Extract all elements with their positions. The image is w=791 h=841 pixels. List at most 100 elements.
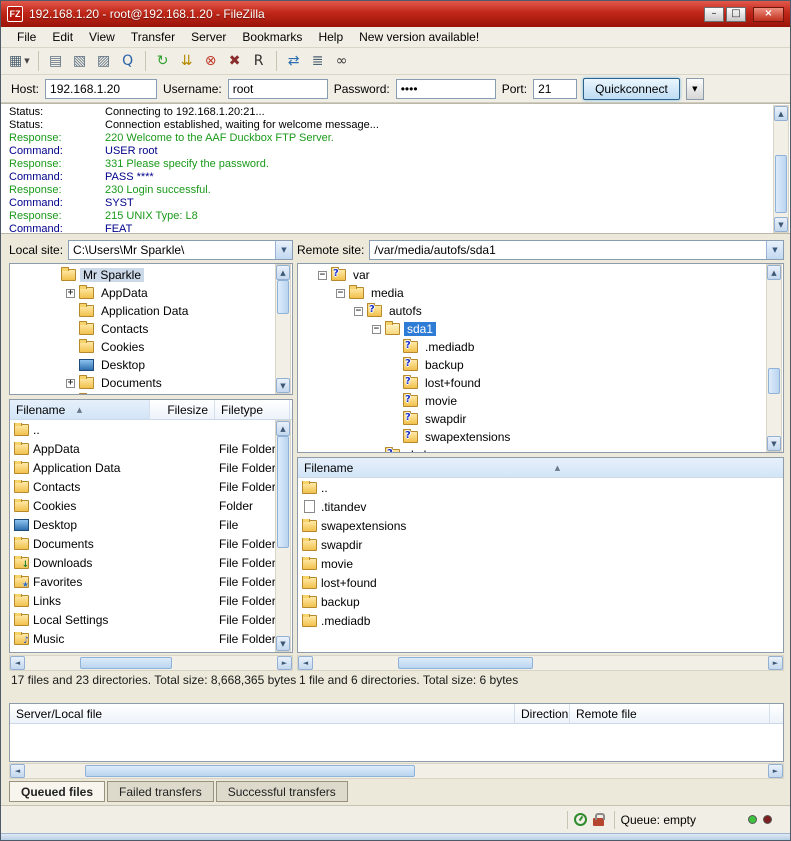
scroll-thumb[interactable] [277, 436, 289, 548]
local-file-row[interactable]: FavoritesFile Folder [10, 572, 292, 591]
menu-item-file[interactable]: File [9, 28, 44, 46]
collapse-icon[interactable]: − [336, 289, 345, 298]
collapse-icon[interactable]: − [372, 325, 381, 334]
port-input[interactable] [533, 79, 577, 99]
refresh-button[interactable]: ↻ [151, 50, 175, 72]
remote-file-row[interactable]: lost+found [298, 573, 783, 592]
quickconnect-button[interactable]: Quickconnect [583, 78, 680, 100]
local-list-scrollbar[interactable]: ▲▼ [275, 420, 291, 652]
remote-tree-scrollbar[interactable]: ▲▼ [766, 264, 782, 452]
site-manager-button[interactable]: ▦▼ [6, 50, 33, 72]
queue-column-direction[interactable]: Direction [515, 704, 570, 723]
remote-file-row[interactable]: movie [298, 554, 783, 573]
process-queue-button[interactable]: ⇊ [175, 50, 199, 72]
scroll-down-button[interactable]: ▼ [767, 436, 781, 451]
collapse-icon[interactable]: − [354, 307, 363, 316]
remote-tree-item-lost-found[interactable]: lost+found [298, 374, 783, 392]
scroll-up-button[interactable]: ▲ [774, 106, 788, 121]
scroll-down-button[interactable]: ▼ [276, 636, 290, 651]
scroll-down-button[interactable]: ▼ [276, 378, 290, 393]
disconnect-button[interactable]: ✖ [223, 50, 247, 72]
local-tree-item-contacts[interactable]: Contacts [10, 320, 292, 338]
scroll-right-button[interactable]: ► [277, 656, 292, 670]
minimize-button[interactable]: – [704, 7, 724, 22]
expand-icon[interactable]: + [66, 289, 75, 298]
local-file-row[interactable]: DownloadsFile Folder [10, 553, 292, 572]
remote-file-row[interactable]: backup [298, 592, 783, 611]
directory-comparison-button[interactable]: ≣ [306, 50, 330, 72]
remote-tree-item-dvd[interactable]: dvd [298, 446, 783, 453]
quickconnect-dropdown-button[interactable]: ▼ [686, 78, 704, 100]
remote-tree-item-backup[interactable]: backup [298, 356, 783, 374]
scroll-left-button[interactable]: ◄ [10, 656, 25, 670]
toggle-message-log-button[interactable]: ▤ [44, 50, 68, 72]
scroll-thumb[interactable] [775, 155, 787, 213]
queue-hscrollbar[interactable]: ◄► [9, 763, 784, 779]
chevron-down-icon[interactable]: ▼ [766, 241, 783, 259]
remote-tree-item-swapextensions[interactable]: swapextensions [298, 428, 783, 446]
menu-item-bookmarks[interactable]: Bookmarks [234, 28, 310, 46]
host-input[interactable] [45, 79, 157, 99]
toggle-queue-button[interactable]: Q [116, 50, 140, 72]
remote-hscrollbar[interactable]: ◄► [297, 655, 784, 671]
tab-successful-transfers[interactable]: Successful transfers [216, 781, 348, 802]
remote-file-row[interactable]: .. [298, 478, 783, 497]
remote-file-row[interactable]: swapdir [298, 535, 783, 554]
toggle-remote-tree-button[interactable]: ▨ [92, 50, 116, 72]
local-tree-item-application-data[interactable]: Application Data [10, 302, 292, 320]
scroll-up-button[interactable]: ▲ [767, 265, 781, 280]
local-file-row[interactable]: ContactsFile Folder [10, 477, 292, 496]
scroll-thumb[interactable] [80, 657, 172, 669]
menu-item-view[interactable]: View [81, 28, 123, 46]
find-files-button[interactable]: ∞ [330, 50, 354, 72]
local-site-combo[interactable]: C:\Users\Mr Sparkle\ ▼ [68, 240, 293, 260]
menu-item-transfer[interactable]: Transfer [123, 28, 183, 46]
remote-site-combo[interactable]: /var/media/autofs/sda1 ▼ [369, 240, 784, 260]
expand-icon[interactable]: + [66, 379, 75, 388]
local-column-filetype[interactable]: Filetype [215, 400, 290, 419]
local-tree-item-mr-sparkle[interactable]: Mr Sparkle [10, 266, 292, 284]
remote-file-row[interactable]: .mediadb [298, 611, 783, 630]
tab-failed-transfers[interactable]: Failed transfers [107, 781, 214, 802]
password-input[interactable] [396, 79, 496, 99]
scroll-thumb[interactable] [85, 765, 415, 777]
local-tree-scrollbar[interactable]: ▲▼ [275, 264, 291, 394]
tab-queued-files[interactable]: Queued files [9, 781, 105, 802]
close-button[interactable]: × [753, 7, 784, 22]
local-column-filesize[interactable]: Filesize [150, 400, 215, 419]
remote-file-row[interactable]: .titandev [298, 497, 783, 516]
menu-item-new-version-available[interactable]: New version available! [351, 28, 487, 46]
scroll-up-button[interactable]: ▲ [276, 421, 290, 436]
scroll-thumb[interactable] [398, 657, 533, 669]
scroll-up-button[interactable]: ▲ [276, 265, 290, 280]
menu-item-help[interactable]: Help [310, 28, 351, 46]
local-file-row[interactable]: CookiesFolder [10, 496, 292, 515]
scroll-thumb[interactable] [277, 280, 289, 314]
local-file-row[interactable]: .. [10, 420, 292, 439]
local-file-row[interactable]: MusicFile Folder [10, 629, 292, 648]
menu-item-server[interactable]: Server [183, 28, 234, 46]
queue-column-remote-file[interactable]: Remote file [570, 704, 770, 723]
menu-item-edit[interactable]: Edit [44, 28, 81, 46]
remote-tree-item-sda1[interactable]: −sda1 [298, 320, 783, 338]
local-hscrollbar[interactable]: ◄► [9, 655, 293, 671]
local-tree-item-cookies[interactable]: Cookies [10, 338, 292, 356]
toggle-local-tree-button[interactable]: ▧ [68, 50, 92, 72]
local-file-row[interactable]: DesktopFile [10, 515, 292, 534]
cancel-button[interactable]: ⊗ [199, 50, 223, 72]
remote-tree-item-movie[interactable]: movie [298, 392, 783, 410]
local-file-row[interactable]: DocumentsFile Folder [10, 534, 292, 553]
local-column-filename[interactable]: Filename▲ [10, 400, 150, 419]
synchronized-browsing-button[interactable]: ⇄ [282, 50, 306, 72]
remote-tree-item-mediadb[interactable]: .mediadb [298, 338, 783, 356]
local-tree-item-appdata[interactable]: +AppData [10, 284, 292, 302]
scroll-left-button[interactable]: ◄ [298, 656, 313, 670]
speed-limits-icon[interactable] [574, 813, 587, 826]
local-file-row[interactable]: LinksFile Folder [10, 591, 292, 610]
scroll-right-button[interactable]: ► [768, 656, 783, 670]
remote-tree-item-var[interactable]: −var [298, 266, 783, 284]
local-file-row[interactable]: Application DataFile Folder [10, 458, 292, 477]
remote-column-filename[interactable]: Filename▲ [298, 458, 784, 477]
queue-column-server-local-file[interactable]: Server/Local file [10, 704, 515, 723]
local-tree-item-documents[interactable]: +Documents [10, 374, 292, 392]
